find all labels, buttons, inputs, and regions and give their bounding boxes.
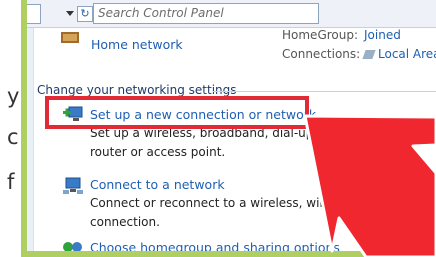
tutorial-screenshot: y c f ↻ Search Control Panel Home networ… <box>0 0 436 257</box>
article-text-column: y c f <box>0 0 22 257</box>
section-heading: Change your networking settings <box>37 83 237 97</box>
network-adapter-icon <box>362 50 376 59</box>
navigation-pane <box>27 28 34 251</box>
homegroup-status-link[interactable]: Joined <box>364 28 401 42</box>
home-network-icon <box>61 32 79 43</box>
chevron-down-icon[interactable] <box>66 11 74 16</box>
control-panel-window: ↻ Search Control Panel Home network Home… <box>27 0 436 251</box>
connect-to-network-description-2: connection. <box>90 215 160 229</box>
homegroup-sharing-link[interactable]: Choose homegroup and sharing options <box>90 240 340 251</box>
connections-label: Connections: <box>282 47 361 61</box>
connect-to-network-description: Connect or reconnect to a wireless, wire… <box>90 196 436 210</box>
network-name-link[interactable]: Home network <box>91 37 183 52</box>
refresh-icon[interactable]: ↻ <box>77 6 93 22</box>
homegroup-label: HomeGroup: <box>282 28 359 42</box>
article-fragment-1: y <box>7 84 20 108</box>
address-field[interactable] <box>27 4 41 24</box>
screenshot-frame-bottom <box>21 251 436 257</box>
address-bar: ↻ Search Control Panel <box>27 0 436 28</box>
article-fragment-2: c <box>7 125 19 149</box>
article-fragment-3: f <box>7 170 15 194</box>
search-input[interactable]: Search Control Panel <box>93 3 319 24</box>
setup-new-connection-description-2: router or access point. <box>90 145 226 159</box>
homegroup-icon <box>63 242 82 251</box>
connect-to-network-icon <box>63 177 83 194</box>
highlight-box <box>45 96 309 129</box>
connection-name: Local Area C <box>378 47 436 61</box>
section-divider <box>213 91 436 92</box>
connection-link[interactable]: Local Area C <box>362 47 436 61</box>
connect-to-network-link[interactable]: Connect to a network <box>90 177 225 192</box>
